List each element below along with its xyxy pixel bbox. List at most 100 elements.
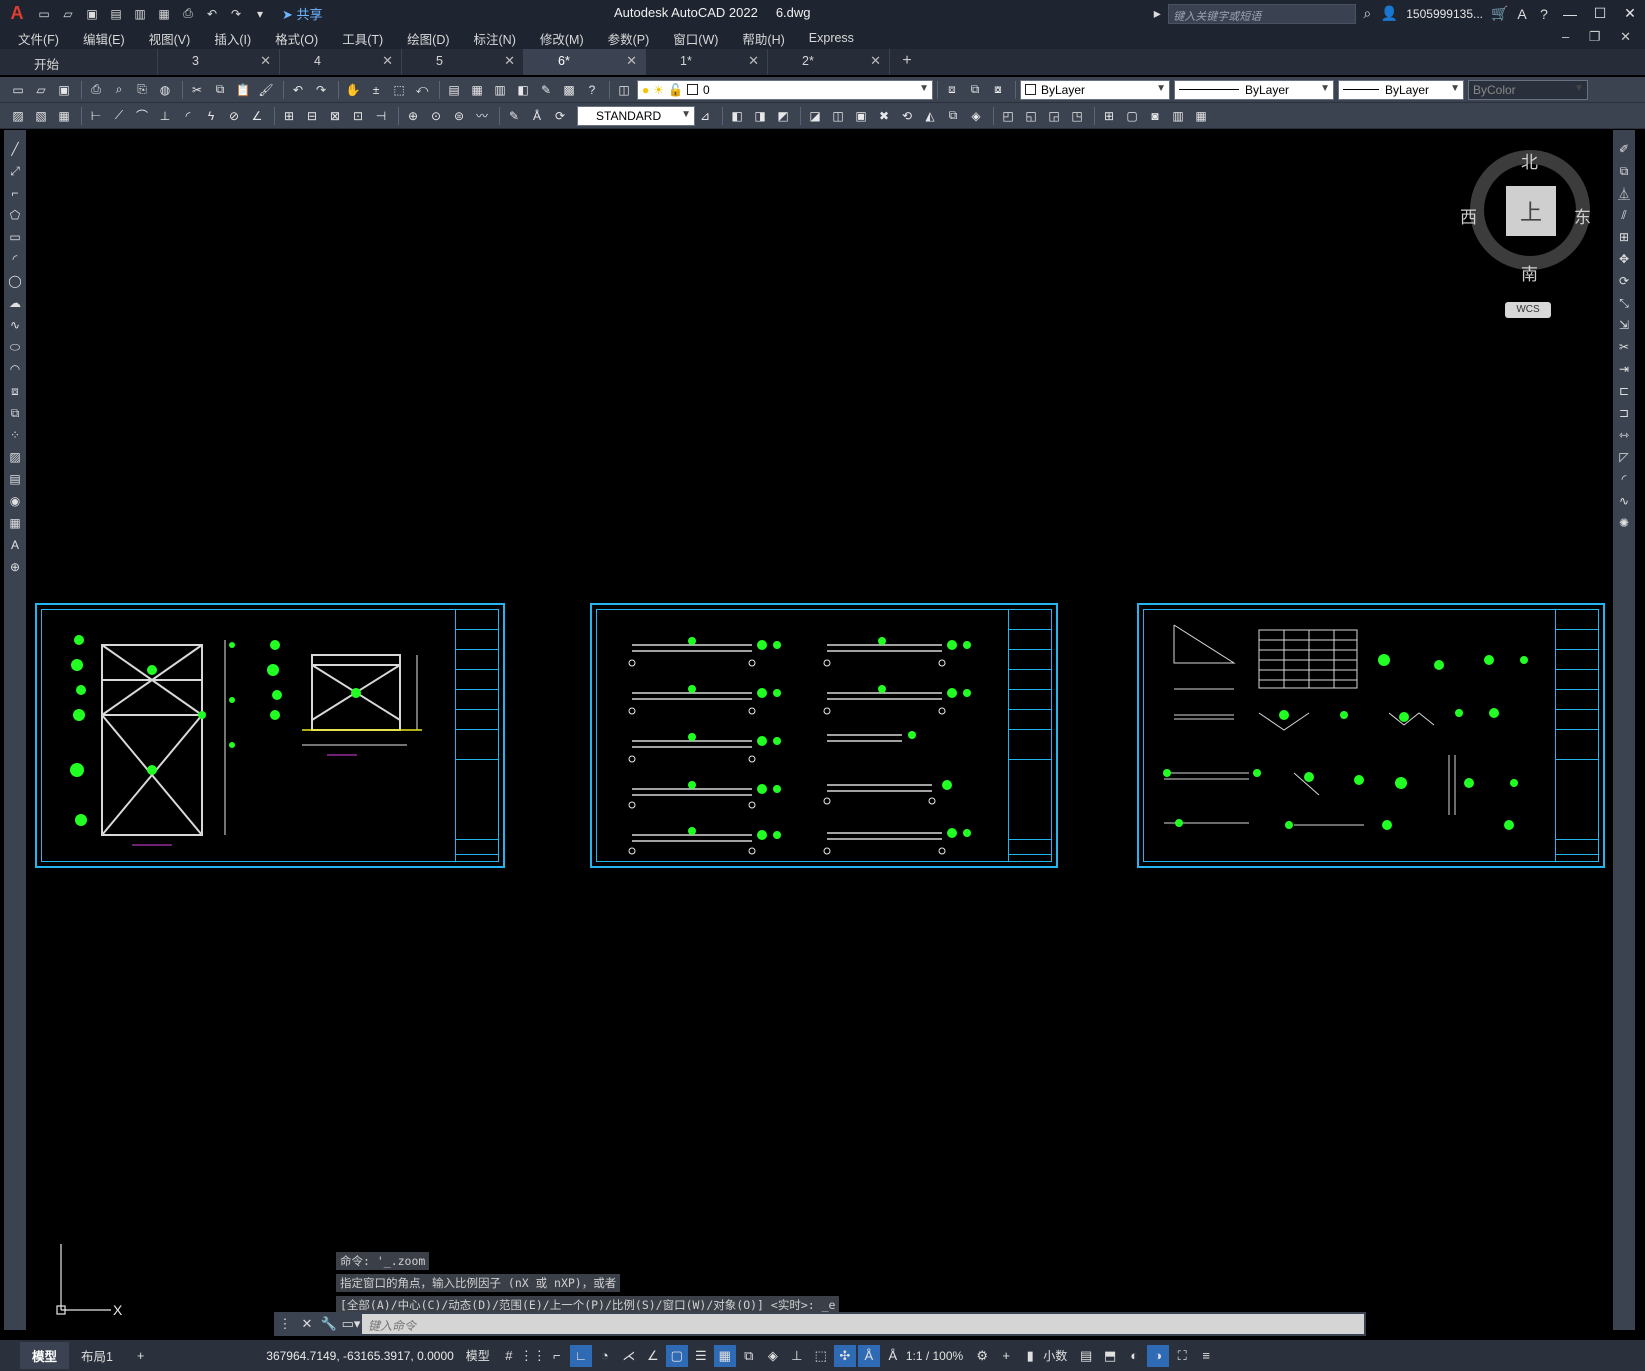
undo-icon[interactable]: ↶ [288, 80, 308, 100]
chamfer-icon[interactable]: ◸ [1615, 448, 1633, 466]
tab-5[interactable]: 5 ✕ [402, 49, 524, 75]
menu-help[interactable]: 帮助(H) [742, 29, 784, 48]
drawing-sheet-3[interactable] [1137, 603, 1605, 868]
compass-west[interactable]: 西 [1460, 203, 1477, 228]
workspace-gear-icon[interactable]: ⚙ [971, 1345, 993, 1367]
tab-start[interactable]: 开始 [0, 49, 158, 75]
delete-faces-icon[interactable]: ✖ [874, 106, 894, 126]
search-icon[interactable]: ⌕ [1356, 5, 1378, 22]
move-icon[interactable]: ✥ [1615, 250, 1633, 268]
annotation-scale[interactable]: 1:1 / 100% [906, 1349, 963, 1363]
zoom-window-icon[interactable]: ⬚ [389, 80, 409, 100]
viewcube[interactable]: 上 北 南 东 西 [1460, 150, 1591, 284]
construction-line-icon[interactable]: ⤢ [6, 162, 24, 180]
open-icon[interactable]: ▱ [31, 80, 51, 100]
taper-faces-icon[interactable]: ◭ [920, 106, 940, 126]
bring-front-icon[interactable]: ▧ [31, 106, 51, 126]
polygon-icon[interactable]: ⬠ [6, 206, 24, 224]
rotate-faces-icon[interactable]: ⟲ [897, 106, 917, 126]
add-selected-icon[interactable]: ⊕ [6, 558, 24, 576]
tab-3[interactable]: 3 ✕ [158, 49, 280, 75]
union-icon[interactable]: ◧ [727, 106, 747, 126]
save-as-icon[interactable]: ▤ [106, 5, 126, 23]
customization-icon[interactable]: ≡ [1195, 1345, 1217, 1367]
ellipse-icon[interactable]: ⬭ [6, 338, 24, 356]
join-icon[interactable]: ⇿ [1615, 426, 1633, 444]
web-save-icon[interactable]: ▥ [130, 5, 150, 23]
viewcube-top-face[interactable]: 上 [1506, 186, 1556, 236]
rectangle-icon[interactable]: ▭ [6, 228, 24, 246]
inspection-icon[interactable]: ⊜ [449, 106, 469, 126]
trim-icon[interactable]: ✂ [1615, 338, 1633, 356]
tab-model[interactable]: 模型 [20, 1342, 70, 1369]
paste-icon[interactable]: 📋 [233, 80, 253, 100]
multiline-text-icon[interactable]: A [6, 536, 24, 554]
document-window-controls[interactable]: – ❐ ✕ [1562, 29, 1639, 45]
tab-2[interactable]: 2* ✕ [768, 49, 890, 75]
menu-insert[interactable]: 插入(I) [214, 29, 251, 48]
radius-dimension-icon[interactable]: ◜ [178, 106, 198, 126]
drawing-sheet-1[interactable] [35, 603, 505, 868]
lineweight-dropdown[interactable]: ByLayer ▼ [1338, 79, 1464, 100]
wcs-menu-button[interactable]: WCS [1505, 302, 1551, 318]
send-back-icon[interactable]: ▦ [54, 106, 74, 126]
menu-express[interactable]: Express [809, 31, 854, 45]
copy-icon[interactable]: ⧉ [210, 80, 230, 100]
revision-cloud-icon[interactable]: ☁ [6, 294, 24, 312]
maximize-button[interactable]: ☐ [1585, 5, 1615, 22]
linetype-dropdown[interactable]: ByLayer ▼ [1174, 79, 1334, 100]
blend-curves-icon[interactable]: ∿ [1615, 492, 1633, 510]
imprint-icon[interactable]: ◲ [1044, 106, 1064, 126]
properties-icon[interactable]: ▤ [444, 80, 464, 100]
tab-1[interactable]: 1* ✕ [646, 49, 768, 75]
save-icon[interactable]: ▣ [82, 5, 102, 23]
section-icon[interactable]: ▦ [1191, 106, 1211, 126]
copy-faces-icon[interactable]: ⧉ [943, 106, 963, 126]
check-icon[interactable]: ◙ [1145, 106, 1165, 126]
array-icon[interactable]: ⊞ [1615, 228, 1633, 246]
clean-icon[interactable]: ◳ [1067, 106, 1087, 126]
gizmo-icon[interactable]: ✣ [833, 1344, 856, 1367]
polar-tracking-icon[interactable]: ◔ [594, 1345, 616, 1367]
layer-properties-icon[interactable]: ◫ [614, 80, 634, 100]
angular-dimension-icon[interactable]: ∠ [247, 106, 267, 126]
annotation-visibility-icon[interactable]: Å [857, 1344, 880, 1367]
open-folder-icon[interactable]: ▱ [58, 5, 78, 23]
user-icon[interactable]: 👤 [1378, 5, 1400, 22]
arc-icon[interactable]: ◜ [6, 250, 24, 268]
transparency-icon[interactable]: ▦ [713, 1344, 736, 1367]
menu-edit[interactable]: 编辑(E) [83, 29, 125, 48]
offset-icon[interactable]: ⫽ [1615, 206, 1633, 224]
expand-arrow-icon[interactable]: ▸ [1146, 5, 1168, 22]
grid-icon[interactable]: # [498, 1345, 520, 1367]
add-layout-button[interactable]: + [125, 1345, 156, 1367]
help-icon[interactable]: ? [1533, 6, 1555, 22]
dimension-update-icon[interactable]: ⟳ [550, 106, 570, 126]
spline-icon[interactable]: ∿ [6, 316, 24, 334]
arc-length-icon[interactable]: ⌒ [132, 106, 152, 126]
color-edges-icon[interactable]: ◱ [1021, 106, 1041, 126]
slice-icon[interactable]: ▥ [1168, 106, 1188, 126]
new-tab-button[interactable]: + [890, 49, 924, 75]
point-icon[interactable]: ⁘ [6, 426, 24, 444]
zoom-previous-icon[interactable]: ⤺ [412, 80, 432, 100]
share-button[interactable]: ➤ 共享 [282, 4, 323, 23]
table-icon[interactable]: ▦ [6, 514, 24, 532]
tab-6[interactable]: 6* ✕ [524, 49, 646, 75]
help-icon[interactable]: ? [582, 80, 602, 100]
publish-icon[interactable]: ▦ [154, 5, 174, 23]
fillet-icon[interactable]: ◜ [1615, 470, 1633, 488]
offset-faces-icon[interactable]: ▣ [851, 106, 871, 126]
new-icon[interactable]: ▭ [8, 80, 28, 100]
close-icon[interactable]: ✕ [626, 53, 637, 69]
autocad-logo-button[interactable]: A [0, 0, 34, 27]
selection-cycling-icon[interactable]: ⧉ [738, 1345, 760, 1367]
snap-icon[interactable]: ⋮⋮ [520, 1345, 546, 1367]
intersect-icon[interactable]: ◩ [773, 106, 793, 126]
command-input[interactable]: 键入命令 [362, 1314, 1364, 1334]
user-name[interactable]: 1505999135... [1406, 7, 1483, 21]
compass-south[interactable]: 南 [1521, 260, 1538, 285]
scale-icon[interactable]: ⤡ [1615, 294, 1633, 312]
draw-order-icon[interactable]: ▨ [8, 106, 28, 126]
dimension-space-icon[interactable]: ⊡ [348, 106, 368, 126]
